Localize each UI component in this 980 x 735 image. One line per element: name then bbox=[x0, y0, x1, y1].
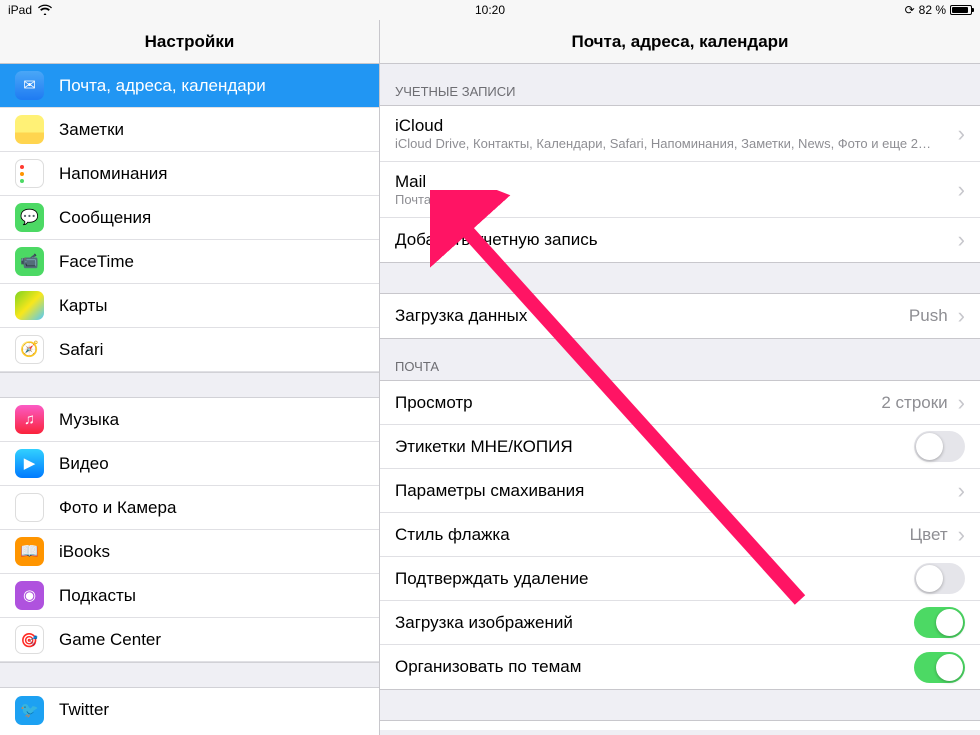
section-header-accounts: УЧЕТНЫЕ ЗАПИСИ bbox=[380, 64, 980, 105]
detail-title: Почта, адреса, календари bbox=[380, 20, 980, 64]
photos-icon: ❀ bbox=[15, 493, 44, 522]
organize-thread-label: Организовать по темам bbox=[395, 657, 581, 677]
status-bar: iPad 10:20 ⟳ 82 % bbox=[0, 0, 980, 20]
ibooks-icon: 📖 bbox=[15, 537, 44, 566]
account-row-mail[interactable]: Mail Почта › bbox=[380, 162, 980, 218]
preview-label: Просмотр bbox=[395, 393, 473, 413]
confirm-delete-row[interactable]: Подтверждать удаление bbox=[380, 557, 980, 601]
chevron-right-icon: › bbox=[958, 524, 965, 546]
chevron-right-icon: › bbox=[958, 229, 965, 251]
sidebar-item-label: Заметки bbox=[59, 120, 124, 140]
twitter-icon: 🐦 bbox=[15, 696, 44, 725]
sidebar-item-ibooks[interactable]: 📖 iBooks bbox=[0, 530, 379, 574]
account-title: Mail bbox=[395, 172, 954, 192]
fetch-value: Push bbox=[909, 306, 948, 326]
account-row-icloud[interactable]: iCloud iCloud Drive, Контакты, Календари… bbox=[380, 106, 980, 162]
flag-label: Стиль флажка bbox=[395, 525, 510, 545]
video-icon: ▶ bbox=[15, 449, 44, 478]
sidebar-item-notes[interactable]: Заметки bbox=[0, 108, 379, 152]
sidebar-item-label: iBooks bbox=[59, 542, 110, 562]
sidebar-item-photos[interactable]: ❀ Фото и Камера bbox=[0, 486, 379, 530]
sidebar-group-gap bbox=[0, 662, 379, 688]
sidebar-item-safari[interactable]: 🧭 Safari bbox=[0, 328, 379, 372]
gamecenter-icon: 🎯 bbox=[15, 625, 44, 654]
account-sub: Почта bbox=[395, 192, 954, 207]
facetime-icon: 📹 bbox=[15, 247, 44, 276]
preview-row[interactable]: Просмотр 2 строки › bbox=[380, 381, 980, 425]
sidebar-group-gap bbox=[0, 372, 379, 398]
sidebar-item-label: FaceTime bbox=[59, 252, 134, 272]
sidebar-item-label: Twitter bbox=[59, 700, 109, 720]
load-images-label: Загрузка изображений bbox=[395, 613, 573, 633]
music-icon: ♫ bbox=[15, 405, 44, 434]
settings-sidebar: Настройки ✉︎ Почта, адреса, календари За… bbox=[0, 20, 380, 735]
sidebar-item-label: Карты bbox=[59, 296, 107, 316]
device-label: iPad bbox=[8, 3, 32, 17]
confirm-delete-toggle[interactable] bbox=[914, 563, 965, 594]
sidebar-item-label: Safari bbox=[59, 340, 103, 360]
podcasts-icon: ◉ bbox=[15, 581, 44, 610]
fetch-row[interactable]: Загрузка данных Push › bbox=[380, 294, 980, 338]
chevron-right-icon: › bbox=[958, 392, 965, 414]
sidebar-item-podcasts[interactable]: ◉ Подкасты bbox=[0, 574, 379, 618]
sidebar-item-label: Музыка bbox=[59, 410, 119, 430]
account-title: iCloud bbox=[395, 116, 954, 136]
organize-thread-row[interactable]: Организовать по темам bbox=[380, 645, 980, 689]
sidebar-item-video[interactable]: ▶ Видео bbox=[0, 442, 379, 486]
reminders-icon bbox=[15, 159, 44, 188]
sidebar-item-mail[interactable]: ✉︎ Почта, адреса, календари bbox=[0, 64, 379, 108]
confirm-delete-label: Подтверждать удаление bbox=[395, 569, 589, 589]
sidebar-item-label: Напоминания bbox=[59, 164, 168, 184]
tome-cc-row[interactable]: Этикетки МНЕ/КОПИЯ bbox=[380, 425, 980, 469]
account-sub: iCloud Drive, Контакты, Календари, Safar… bbox=[395, 136, 954, 151]
messages-icon: 💬 bbox=[15, 203, 44, 232]
flag-value: Цвет bbox=[910, 525, 948, 545]
mail-icon: ✉︎ bbox=[15, 71, 44, 100]
wifi-icon bbox=[38, 3, 52, 18]
sidebar-item-music[interactable]: ♫ Музыка bbox=[0, 398, 379, 442]
add-account-row[interactable]: Добавить учетную запись › bbox=[380, 218, 980, 262]
sidebar-item-twitter[interactable]: 🐦 Twitter bbox=[0, 688, 379, 732]
organize-thread-toggle[interactable] bbox=[914, 652, 965, 683]
clock: 10:20 bbox=[475, 3, 505, 17]
orientation-lock-icon: ⟳ bbox=[905, 3, 915, 17]
chevron-right-icon: › bbox=[958, 305, 965, 327]
tome-cc-label: Этикетки МНЕ/КОПИЯ bbox=[395, 437, 573, 457]
sidebar-item-reminders[interactable]: Напоминания bbox=[0, 152, 379, 196]
sidebar-item-label: Фото и Камера bbox=[59, 498, 176, 518]
preview-value: 2 строки bbox=[881, 393, 947, 413]
sidebar-item-label: Сообщения bbox=[59, 208, 151, 228]
sidebar-item-maps[interactable]: Карты bbox=[0, 284, 379, 328]
section-header-mail: ПОЧТА bbox=[380, 339, 980, 380]
sidebar-item-label: Видео bbox=[59, 454, 109, 474]
battery-icon bbox=[950, 5, 972, 15]
sidebar-item-label: Почта, адреса, календари bbox=[59, 76, 266, 96]
sidebar-item-facetime[interactable]: 📹 FaceTime bbox=[0, 240, 379, 284]
chevron-right-icon: › bbox=[958, 480, 965, 502]
notes-icon bbox=[15, 115, 44, 144]
safari-icon: 🧭 bbox=[15, 335, 44, 364]
battery-percent: 82 % bbox=[919, 3, 946, 17]
sidebar-item-label: Подкасты bbox=[59, 586, 136, 606]
fetch-label: Загрузка данных bbox=[395, 306, 527, 326]
chevron-right-icon: › bbox=[958, 179, 965, 201]
load-images-toggle[interactable] bbox=[914, 607, 965, 638]
swipe-label: Параметры смахивания bbox=[395, 481, 584, 501]
sidebar-title: Настройки bbox=[0, 20, 379, 64]
detail-pane: Почта, адреса, календари УЧЕТНЫЕ ЗАПИСИ … bbox=[380, 20, 980, 735]
maps-icon bbox=[15, 291, 44, 320]
load-images-row[interactable]: Загрузка изображений bbox=[380, 601, 980, 645]
swipe-row[interactable]: Параметры смахивания › bbox=[380, 469, 980, 513]
sidebar-item-label: Game Center bbox=[59, 630, 161, 650]
sidebar-item-gamecenter[interactable]: 🎯 Game Center bbox=[0, 618, 379, 662]
chevron-right-icon: › bbox=[958, 123, 965, 145]
sidebar-item-messages[interactable]: 💬 Сообщения bbox=[0, 196, 379, 240]
flag-row[interactable]: Стиль флажка Цвет › bbox=[380, 513, 980, 557]
tome-cc-toggle[interactable] bbox=[914, 431, 965, 462]
add-account-label: Добавить учетную запись bbox=[395, 230, 598, 250]
